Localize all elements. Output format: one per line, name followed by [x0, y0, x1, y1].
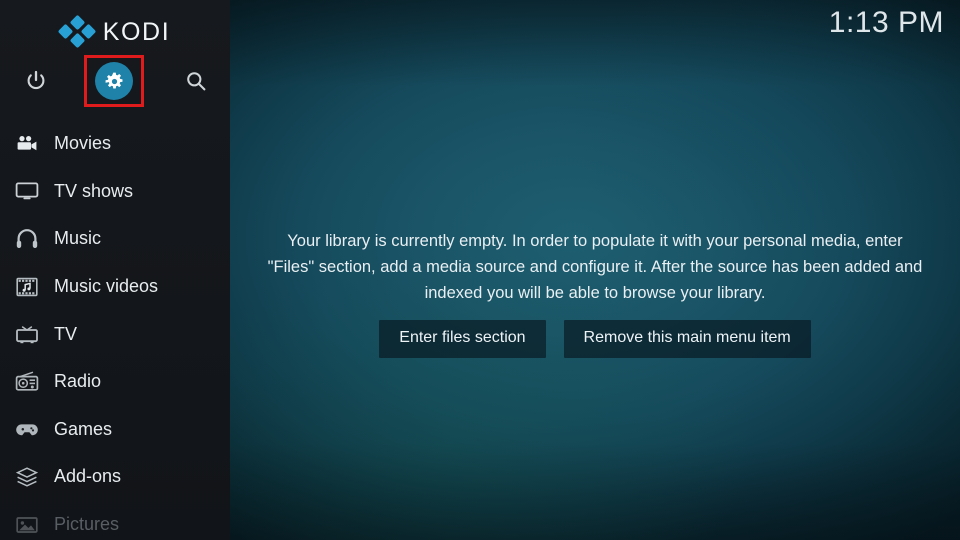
- remove-main-menu-item-button[interactable]: Remove this main menu item: [563, 320, 811, 358]
- kodi-home-screen: KODI Movies TV shows Music Music videos …: [0, 0, 960, 540]
- power-icon: [27, 70, 45, 90]
- sidebar: KODI Movies TV shows Music Music videos …: [0, 0, 230, 540]
- settings-button[interactable]: [88, 55, 140, 107]
- search-icon: [187, 72, 206, 91]
- addon-box-icon: [12, 462, 42, 492]
- app-logo: KODI: [0, 12, 230, 52]
- sidebar-item-label: TV: [54, 323, 78, 344]
- sidebar-item-label: TV shows: [54, 180, 134, 201]
- sidebar-item-tv[interactable]: TV: [0, 310, 230, 358]
- sidebar-item-music[interactable]: Music: [0, 215, 230, 263]
- toolbar: [0, 55, 230, 107]
- settings-button-circle: [95, 62, 133, 100]
- main-menu: Movies TV shows Music Music videos TV Ra…: [0, 120, 230, 540]
- sidebar-item-games[interactable]: Games: [0, 406, 230, 454]
- kodi-diamond-logo-icon: [57, 14, 97, 49]
- sidebar-item-label: Music videos: [54, 276, 159, 297]
- power-button[interactable]: [10, 55, 62, 107]
- clock: 1:13 PM: [828, 6, 944, 39]
- headphones-icon: [12, 224, 42, 254]
- tv-monitor-icon: [12, 176, 42, 206]
- tv-antenna-icon: [12, 319, 42, 349]
- sidebar-item-tv-shows[interactable]: TV shows: [0, 168, 230, 216]
- sidebar-item-label: Games: [54, 418, 113, 439]
- radio-icon: [12, 367, 42, 397]
- empty-library-message: Your library is currently empty. In orde…: [267, 232, 923, 302]
- sidebar-item-music-videos[interactable]: Music videos: [0, 263, 230, 311]
- empty-library-panel: Your library is currently empty. In orde…: [252, 228, 938, 358]
- sidebar-item-pictures[interactable]: Pictures: [0, 501, 230, 540]
- sidebar-item-label: Pictures: [54, 514, 120, 535]
- sidebar-item-radio[interactable]: Radio: [0, 358, 230, 406]
- enter-files-section-button[interactable]: Enter files section: [379, 320, 546, 358]
- movie-camera-icon: [12, 129, 42, 159]
- gear-icon: [105, 72, 122, 89]
- sidebar-item-label: Radio: [54, 371, 102, 392]
- sidebar-item-movies[interactable]: Movies: [0, 120, 230, 168]
- search-button[interactable]: [170, 55, 222, 107]
- film-note-icon: [12, 272, 42, 302]
- sidebar-item-label: Movies: [54, 133, 112, 154]
- empty-library-actions: Enter files section Remove this main men…: [252, 320, 938, 358]
- sidebar-item-add-ons[interactable]: Add-ons: [0, 453, 230, 501]
- app-logo-text: KODI: [102, 17, 171, 46]
- sidebar-item-label: Music: [54, 228, 102, 249]
- picture-icon: [12, 510, 42, 540]
- gamepad-icon: [12, 414, 42, 444]
- sidebar-item-label: Add-ons: [54, 466, 122, 487]
